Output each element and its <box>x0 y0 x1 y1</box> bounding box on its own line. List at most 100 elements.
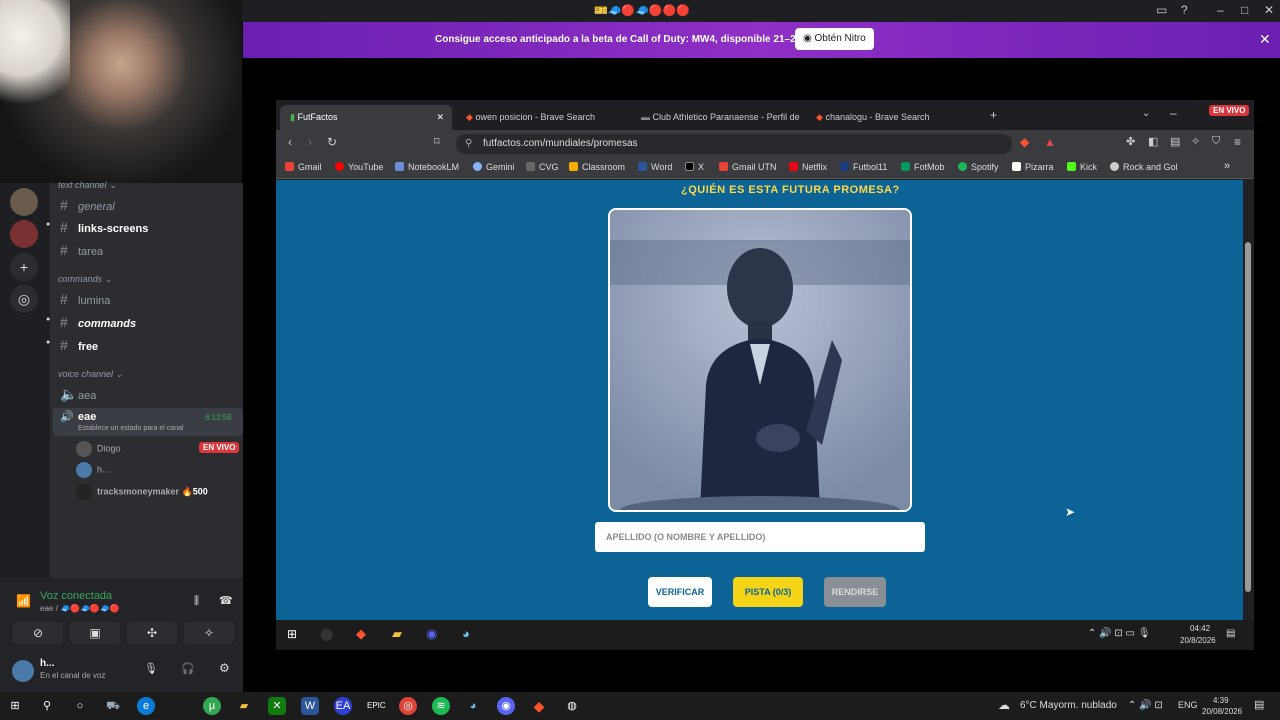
username[interactable]: h... <box>40 658 54 669</box>
server-icon[interactable] <box>10 188 38 216</box>
voice-channel-aea[interactable]: 🔈aea <box>60 386 96 403</box>
scrollbar-thumb[interactable] <box>1245 242 1251 592</box>
category-commands[interactable]: commands ⌄ <box>58 274 112 285</box>
forward-icon[interactable]: › <box>308 135 312 149</box>
leo-icon[interactable]: ✧ <box>1191 135 1200 148</box>
tab-search-icon[interactable]: ⌄ <box>1142 108 1150 119</box>
more-bookmarks-icon[interactable]: » <box>1224 160 1230 172</box>
voice-user[interactable]: Diogo <box>76 441 121 457</box>
give-up-button[interactable]: RENDIRSE <box>824 577 886 607</box>
edge-icon[interactable]: e <box>137 697 155 715</box>
ea-icon[interactable]: EA <box>334 697 352 715</box>
category-voice-channel[interactable]: voice channel ⌄ <box>58 369 123 380</box>
channel-status-text[interactable]: Establece un estado para el canal <box>78 425 183 432</box>
sidebar-icon[interactable]: ◧ <box>1148 135 1158 148</box>
system-tray-icons[interactable]: ⌃ 🔊 ⊡ ▭ 🎙 <box>1088 628 1150 639</box>
language-indicator[interactable]: ENG <box>1178 700 1198 710</box>
brave-icon[interactable]: ◆ <box>530 697 548 715</box>
search-icon[interactable]: ⚲ <box>38 697 56 715</box>
bookmark-gmail-utn[interactable]: Gmail UTN <box>719 162 777 172</box>
folder-icon[interactable]: ▰ <box>235 697 253 715</box>
word-icon[interactable]: W <box>301 697 319 715</box>
folder-icon[interactable]: ▰ <box>392 626 402 642</box>
app-icon[interactable]: ⛟ <box>104 697 122 715</box>
noise-suppression-icon[interactable]: ⫼ <box>194 595 199 608</box>
channel-lumina[interactable]: # lumina <box>60 291 110 307</box>
chrome-icon[interactable]: ◎ <box>399 697 417 715</box>
scrollbar[interactable] <box>1243 180 1254 620</box>
notifications-icon[interactable]: ▤ <box>1254 698 1264 711</box>
voice-user[interactable]: h... <box>76 462 110 478</box>
channel-tarea[interactable]: # tarea <box>60 242 103 258</box>
bookmark-notebooklm[interactable]: NotebookLM <box>395 162 459 172</box>
bookmark-icon[interactable]: ⌑ <box>434 135 440 148</box>
bookmark-fotmob[interactable]: FotMob <box>901 162 945 172</box>
maximize-button[interactable]: □ <box>1241 3 1248 17</box>
xbox-icon[interactable]: ✕ <box>268 697 286 715</box>
bookmark-gmail[interactable]: Gmail <box>285 162 322 172</box>
avatar[interactable] <box>12 660 34 682</box>
category-text-channel[interactable]: text channel ⌄ <box>58 180 117 191</box>
utorrent-icon[interactable]: µ <box>203 697 221 715</box>
bookmark-youtube[interactable]: YouTube <box>335 162 383 172</box>
voice-user[interactable]: tracksmoneymaker 🔥500 <box>76 484 208 500</box>
minimize-button[interactable]: – <box>1217 3 1224 17</box>
headphones-icon[interactable]: 🎧 <box>181 662 195 675</box>
menu-icon[interactable]: ≡ <box>1234 135 1241 149</box>
epic-games-icon[interactable]: EPIC <box>367 697 386 715</box>
channel-general[interactable]: # general <box>60 197 115 213</box>
tab-chanalogu[interactable]: ◆ chanalogu - Brave Search <box>806 105 978 130</box>
bookmark-spotify[interactable]: Spotify <box>958 162 999 172</box>
hint-button[interactable]: PISTA (0/3) <box>733 577 803 607</box>
bookmark-futbol11[interactable]: Futbol11 <box>840 162 887 172</box>
steam-icon[interactable]: ◕ <box>464 697 482 715</box>
channel-links-screens[interactable]: # links-screens <box>60 219 148 235</box>
get-nitro-button[interactable]: ◉ Obtén Nitro <box>795 28 874 50</box>
notifications-icon[interactable]: ▤ <box>1226 628 1235 639</box>
add-server-icon[interactable]: + <box>10 253 38 281</box>
answer-input[interactable]: APELLIDO (O NOMBRE Y APELLIDO) <box>595 522 925 552</box>
server-icon[interactable] <box>10 220 38 248</box>
extensions-icon[interactable]: ✤ <box>1126 135 1135 148</box>
tab-athletico[interactable]: ▬ Club Athletico Paranaense - Perfil de <box>631 105 803 130</box>
windows-start-icon[interactable]: ⊞ <box>287 627 297 641</box>
tab-futfactos[interactable]: ▮ FutFactos ✕ <box>280 105 452 130</box>
screen-share-button[interactable]: ▣ <box>70 622 120 644</box>
new-tab-icon[interactable]: + <box>990 108 997 122</box>
bookmark-kick[interactable]: Kick <box>1067 162 1097 172</box>
activities-button[interactable]: ✣ <box>127 622 177 644</box>
brave-rewards-icon[interactable]: ▲ <box>1044 135 1056 149</box>
tray-icons[interactable]: ⌃ 🔊 ⊡ <box>1128 700 1163 711</box>
channel-free[interactable]: # free <box>60 337 98 353</box>
back-icon[interactable]: ‹ <box>288 135 292 149</box>
spotify-icon[interactable]: ≋ <box>432 697 450 715</box>
close-banner-icon[interactable]: ✕ <box>1259 31 1271 48</box>
windows-start-icon[interactable]: ⊞ <box>6 697 24 715</box>
reload-icon[interactable]: ↻ <box>327 135 337 149</box>
bookmark-cvg[interactable]: CVG <box>526 162 559 172</box>
vpn-icon[interactable]: ⛉ <box>1212 135 1220 148</box>
tab-owen[interactable]: ◆ owen posicion - Brave Search <box>456 105 628 130</box>
help-icon[interactable]: ? <box>1181 3 1188 17</box>
channel-commands[interactable]: # commands <box>60 314 136 330</box>
camera-off-button[interactable]: ⊘ <box>13 622 63 644</box>
close-window-button[interactable]: ✕ <box>1264 3 1274 17</box>
disconnect-icon[interactable]: ☎ <box>219 594 233 607</box>
bookmark-classroom[interactable]: Classroom <box>569 162 625 172</box>
obs-icon[interactable]: ◍ <box>563 697 581 715</box>
voice-channel-eae[interactable]: 🔊 eae 6:12:58 Establece un estado para e… <box>53 408 243 436</box>
steam-icon[interactable]: ◕ <box>462 626 470 641</box>
app-icon[interactable]: ⬤ <box>320 627 333 641</box>
brave-shields-icon[interactable]: ◆ <box>1020 135 1029 149</box>
discover-icon[interactable]: ◎ <box>10 285 38 313</box>
task-view-icon[interactable]: ○ <box>71 697 89 715</box>
bookmark-x[interactable]: X <box>685 162 704 172</box>
minimize-icon[interactable]: – <box>1170 106 1177 120</box>
address-bar[interactable]: ⚲ futfactos.com/mundiales/promesas <box>456 134 1012 154</box>
bookmark-gemini[interactable]: Gemini <box>473 162 515 172</box>
microphone-icon[interactable]: 🎙 <box>144 662 158 675</box>
bookmark-netflix[interactable]: Netflix <box>789 162 827 172</box>
discord-icon[interactable]: ◉ <box>497 697 515 715</box>
gear-icon[interactable]: ⚙ <box>219 661 230 675</box>
close-tab-icon[interactable]: ✕ <box>436 105 444 130</box>
